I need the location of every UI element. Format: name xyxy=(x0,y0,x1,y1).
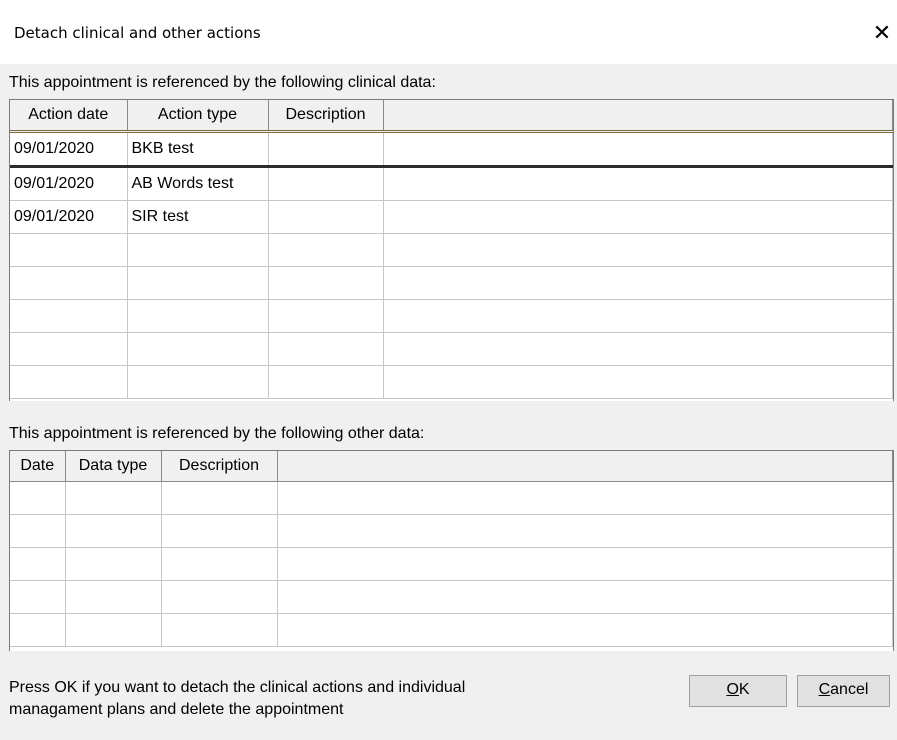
table-row[interactable] xyxy=(10,514,893,548)
table-cell[interactable] xyxy=(383,299,893,333)
table-row[interactable] xyxy=(10,580,893,614)
table-cell[interactable] xyxy=(277,580,893,614)
column-header-filler xyxy=(383,100,893,133)
table-header-row: Date Data type Description xyxy=(10,451,893,482)
table-cell[interactable] xyxy=(383,365,893,399)
clinical-data-table[interactable]: Action date Action type Description 09/0… xyxy=(9,99,894,401)
table-cell[interactable] xyxy=(10,547,66,581)
cancel-mnemonic: C xyxy=(818,681,831,698)
table-cell[interactable] xyxy=(10,514,66,548)
ok-button[interactable]: OK xyxy=(689,675,787,707)
table-cell[interactable] xyxy=(268,200,384,234)
table-row[interactable]: 09/01/2020 SIR test xyxy=(10,200,893,234)
table-cell[interactable] xyxy=(277,514,893,548)
table-row[interactable] xyxy=(10,547,893,581)
table-cell[interactable] xyxy=(161,613,278,647)
table-row[interactable] xyxy=(10,481,893,515)
table-cell[interactable] xyxy=(127,365,269,399)
table-cell[interactable] xyxy=(127,266,269,300)
table-cell[interactable] xyxy=(277,481,893,515)
table-cell[interactable] xyxy=(268,332,384,366)
table-cell[interactable] xyxy=(161,547,278,581)
cancel-label-rest: ancel xyxy=(830,681,869,698)
table-cell[interactable] xyxy=(383,332,893,366)
table-cell[interactable] xyxy=(65,514,162,548)
table-cell[interactable] xyxy=(10,365,128,399)
table-cell[interactable]: AB Words test xyxy=(127,166,269,201)
ok-label-rest: K xyxy=(738,681,750,698)
cancel-button[interactable]: Cancel xyxy=(797,675,890,707)
footer-line-2: managament plans and delete the appointm… xyxy=(9,701,344,718)
table-cell[interactable] xyxy=(268,130,384,168)
table-cell[interactable] xyxy=(127,299,269,333)
table-row[interactable] xyxy=(10,613,893,647)
table-cell[interactable] xyxy=(268,233,384,267)
table-cell[interactable] xyxy=(268,365,384,399)
table-cell[interactable] xyxy=(161,514,278,548)
table-cell[interactable] xyxy=(127,332,269,366)
table-row[interactable] xyxy=(10,365,893,399)
clinical-data-label: This appointment is referenced by the fo… xyxy=(9,74,436,91)
table-cell[interactable] xyxy=(277,547,893,581)
table-row[interactable] xyxy=(10,332,893,366)
table-cell[interactable] xyxy=(65,547,162,581)
column-header-description[interactable]: Description xyxy=(161,451,278,482)
table-cell[interactable]: SIR test xyxy=(127,200,269,234)
table-cell[interactable] xyxy=(10,266,128,300)
column-header-data-type[interactable]: Data type xyxy=(65,451,162,482)
dialog-title: Detach clinical and other actions xyxy=(14,24,261,42)
table-header-row: Action date Action type Description xyxy=(10,100,893,133)
table-cell[interactable] xyxy=(10,233,128,267)
table-cell[interactable] xyxy=(161,580,278,614)
table-row[interactable] xyxy=(10,299,893,333)
column-header-filler xyxy=(277,451,893,482)
table-cell[interactable] xyxy=(10,580,66,614)
other-data-label: This appointment is referenced by the fo… xyxy=(9,425,425,442)
column-header-date[interactable]: Date xyxy=(10,451,66,482)
column-header-action-type[interactable]: Action type xyxy=(127,100,269,133)
table-cell[interactable] xyxy=(383,200,893,234)
table-row[interactable]: 09/01/2020 BKB test xyxy=(10,130,893,168)
table-row[interactable] xyxy=(10,233,893,267)
other-data-table[interactable]: Date Data type Description xyxy=(9,450,894,651)
table-cell[interactable] xyxy=(65,613,162,647)
table-cell[interactable] xyxy=(383,130,893,168)
table-cell[interactable] xyxy=(383,166,893,201)
table-row[interactable] xyxy=(10,266,893,300)
table-cell[interactable] xyxy=(10,613,66,647)
table-cell[interactable] xyxy=(268,299,384,333)
table-cell[interactable] xyxy=(65,481,162,515)
close-icon[interactable]: ✕ xyxy=(867,14,897,54)
column-header-description[interactable]: Description xyxy=(268,100,384,133)
table-cell[interactable] xyxy=(161,481,278,515)
table-cell[interactable]: BKB test xyxy=(127,130,269,168)
table-cell[interactable]: 09/01/2020 xyxy=(10,166,128,201)
table-cell[interactable] xyxy=(383,233,893,267)
title-bar: Detach clinical and other actions ✕ xyxy=(0,0,897,64)
column-header-action-date[interactable]: Action date xyxy=(10,100,128,133)
footer-message: Press OK if you want to detach the clini… xyxy=(9,677,465,721)
ok-mnemonic: O xyxy=(726,681,739,698)
table-cell[interactable] xyxy=(127,233,269,267)
table-cell[interactable] xyxy=(65,580,162,614)
table-cell[interactable] xyxy=(10,299,128,333)
table-cell[interactable]: 09/01/2020 xyxy=(10,200,128,234)
footer-line-1: Press OK if you want to detach the clini… xyxy=(9,679,466,696)
table-cell[interactable]: 09/01/2020 xyxy=(10,130,128,168)
table-cell[interactable] xyxy=(383,266,893,300)
table-row[interactable]: 09/01/2020 AB Words test xyxy=(10,166,893,201)
table-cell[interactable] xyxy=(10,332,128,366)
table-cell[interactable] xyxy=(277,613,893,647)
table-cell[interactable] xyxy=(10,481,66,515)
table-cell[interactable] xyxy=(268,166,384,201)
table-cell[interactable] xyxy=(268,266,384,300)
